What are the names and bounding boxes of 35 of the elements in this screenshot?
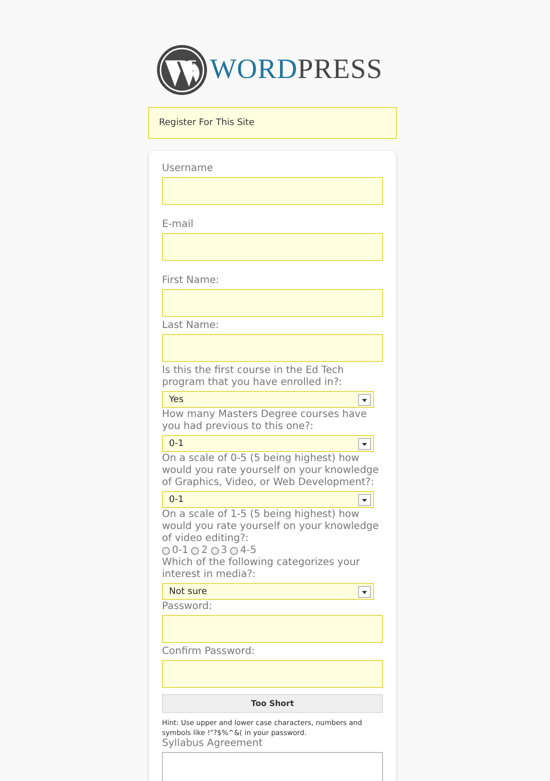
radio-option[interactable]: 3	[210, 545, 228, 557]
input-field[interactable]	[162, 660, 383, 688]
wordpress-logo[interactable]: WORDPRESS	[150, 42, 400, 98]
field-label: Syllabus Agreement	[162, 738, 264, 750]
caret-icon	[358, 586, 371, 598]
field-label: Is this the first course in the Ed Tech program that you have enrolled in?:	[162, 365, 345, 389]
select-field[interactable]: Not sure	[162, 583, 374, 600]
radio-option[interactable]: 2	[191, 545, 208, 557]
field-label: Username	[162, 163, 214, 175]
select-field[interactable]: Yes	[162, 391, 374, 408]
caret-icon	[358, 394, 371, 406]
input-field[interactable]	[162, 615, 383, 643]
field-label: On a scale of 1-5 (5 being highest) how would you rate yourself on your knowledge of video editing?:	[162, 509, 380, 545]
select-field[interactable]: 0-1	[162, 491, 374, 508]
caret-icon	[358, 438, 371, 450]
field-label: Confirm Password:	[162, 646, 256, 658]
input-field[interactable]	[162, 177, 383, 205]
radio-option[interactable]: 0-1	[162, 545, 188, 557]
password-strength-indicator: Too Short	[162, 694, 383, 713]
radio-option[interactable]: 4-5	[230, 545, 256, 557]
field-label: E-mail	[162, 219, 194, 231]
input-field[interactable]	[162, 334, 383, 362]
field-label: On a scale of 0-5 (5 being highest) how would you rate yourself on your knowledge of Graphics, Video, or Web Development?:	[162, 453, 380, 489]
caret-icon	[358, 494, 371, 506]
field-label: Last Name:	[162, 320, 220, 332]
select-field[interactable]: 0-1	[162, 435, 374, 452]
register-message: Register For This Site	[148, 107, 397, 139]
field-label: Which of the following categorizes your interest in media?:	[162, 557, 361, 581]
input-field[interactable]	[162, 233, 383, 261]
field-label: Password:	[162, 601, 214, 613]
wordpress-icon	[156, 44, 208, 96]
text-area[interactable]	[162, 752, 383, 781]
input-field[interactable]	[162, 289, 383, 317]
field-label: First Name:	[162, 275, 220, 287]
field-label: How many Masters Degree courses have you had previous to this one?:	[162, 409, 368, 433]
